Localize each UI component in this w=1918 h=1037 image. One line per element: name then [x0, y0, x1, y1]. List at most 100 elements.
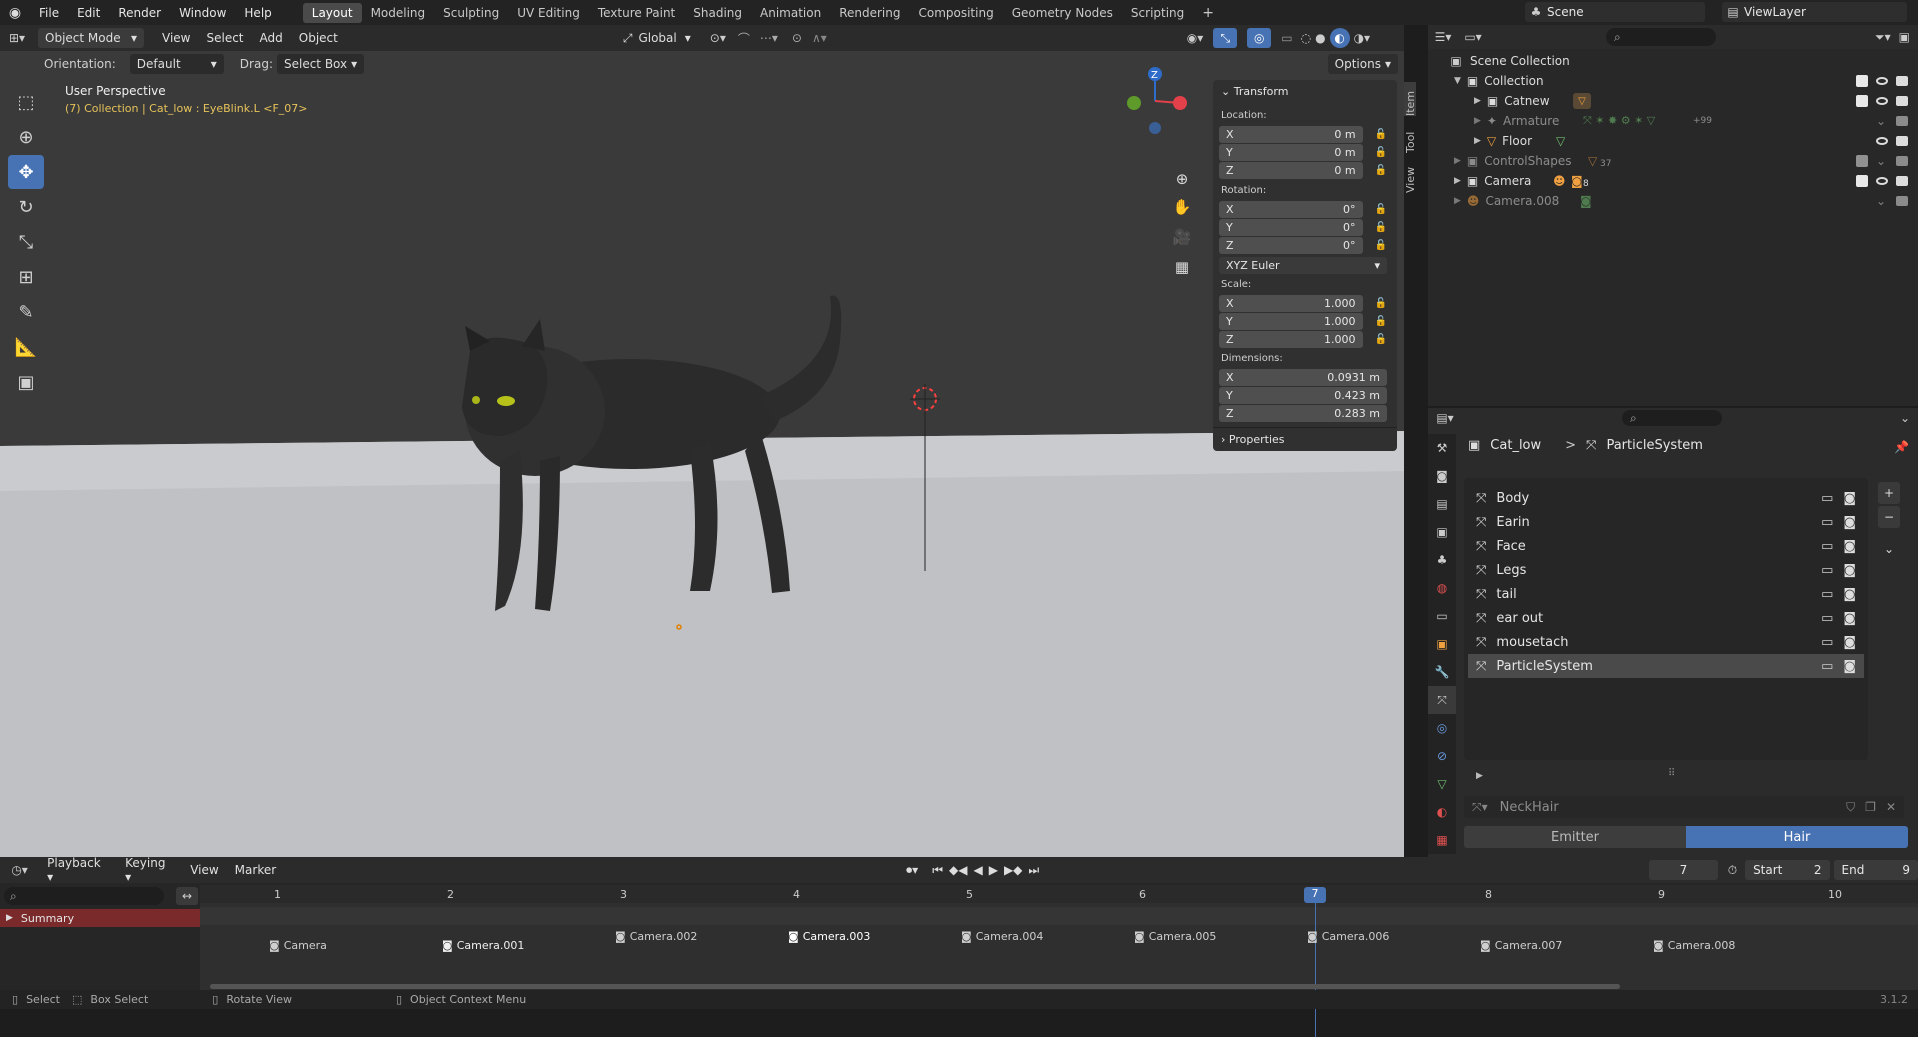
- end-frame-field[interactable]: End 9: [1833, 860, 1918, 880]
- visibility-eye-icon[interactable]: [1876, 177, 1888, 185]
- sidebar-tab-item[interactable]: Item: [1404, 82, 1417, 116]
- play-icon[interactable]: ▶: [989, 863, 998, 877]
- list-item[interactable]: ⤧ Face ▭ ◙: [1468, 534, 1864, 558]
- options-dropdown[interactable]: Options ▾: [1327, 54, 1398, 74]
- viewport-display-icon[interactable]: ▭: [1821, 611, 1833, 626]
- pin-icon[interactable]: 📌: [1894, 440, 1909, 454]
- scale-x[interactable]: X 1.000 🔓: [1219, 294, 1387, 312]
- menu-view[interactable]: View: [154, 31, 198, 45]
- render-camera-icon[interactable]: [1896, 76, 1908, 86]
- menu-edit[interactable]: Edit: [68, 6, 109, 20]
- editor-type-icon[interactable]: ▤▾: [1428, 411, 1462, 425]
- expand-arrow-icon[interactable]: ▶: [1454, 176, 1461, 186]
- material-tab-icon[interactable]: ◐: [1428, 798, 1456, 826]
- render-camera-icon[interactable]: ◙: [1843, 659, 1856, 674]
- lock-icon[interactable]: 🔓: [1375, 147, 1387, 158]
- preview-range-icon[interactable]: ⏱: [1728, 863, 1737, 878]
- measure-tool-icon[interactable]: 📐: [8, 330, 44, 364]
- editor-type-icon[interactable]: ◷▾: [0, 863, 39, 877]
- emitter-type-button[interactable]: Emitter: [1464, 826, 1686, 848]
- tab-rendering[interactable]: Rendering: [830, 3, 909, 23]
- marker-camera[interactable]: ◙ Camera: [269, 939, 327, 952]
- summary-channel[interactable]: ▶ Summary: [0, 909, 200, 927]
- collection-tab-icon[interactable]: ▭: [1428, 602, 1456, 630]
- render-camera-icon[interactable]: ◙: [1843, 563, 1856, 578]
- marker-camera-006[interactable]: ◙ Camera.006: [1307, 930, 1389, 943]
- blender-logo-icon[interactable]: ◉: [0, 5, 30, 21]
- lock-icon[interactable]: 🔓: [1375, 204, 1387, 215]
- wireframe-shading-icon[interactable]: ◌: [1301, 31, 1311, 45]
- render-camera-icon[interactable]: ◙: [1843, 587, 1856, 602]
- next-keyframe-icon[interactable]: ▶◆: [1004, 863, 1022, 877]
- sidebar-tab-view[interactable]: View: [1404, 163, 1417, 193]
- render-camera-icon[interactable]: ◙: [1843, 539, 1856, 554]
- options-chevron-icon[interactable]: ⌄: [1900, 411, 1910, 425]
- lock-icon[interactable]: 🔓: [1375, 334, 1387, 345]
- transform-tool-icon[interactable]: ⊞: [8, 260, 44, 294]
- render-camera-icon[interactable]: ◙: [1843, 611, 1856, 626]
- tab-animation[interactable]: Animation: [751, 3, 830, 23]
- swap-icon[interactable]: ↔: [176, 887, 198, 905]
- render-camera-icon[interactable]: [1896, 176, 1908, 186]
- expand-arrow-icon[interactable]: ▼: [1454, 76, 1461, 86]
- specials-menu-icon[interactable]: ⌄: [1878, 538, 1900, 560]
- viewport-display-icon[interactable]: ▭: [1821, 491, 1833, 506]
- timeline-scrollbar[interactable]: [210, 984, 1620, 989]
- overlay-icon[interactable]: ◎: [1247, 28, 1272, 48]
- lock-icon[interactable]: 🔓: [1375, 165, 1387, 176]
- timeline-search-input[interactable]: ⌕: [4, 887, 164, 905]
- solid-shading-icon[interactable]: ●: [1315, 31, 1325, 45]
- lock-icon[interactable]: 🔓: [1375, 222, 1387, 233]
- texture-tab-icon[interactable]: ▦: [1428, 826, 1456, 854]
- menu-select[interactable]: Select: [198, 31, 251, 45]
- exclude-checkbox[interactable]: [1856, 175, 1868, 187]
- list-item[interactable]: ⤧ Body ▭ ◙: [1468, 486, 1864, 510]
- gizmo-icon[interactable]: ⤡: [1213, 28, 1238, 48]
- cursor-tool-icon[interactable]: ⊕: [8, 120, 44, 154]
- tool-tab-icon[interactable]: ⚒: [1428, 434, 1456, 462]
- view-layer-tab-icon[interactable]: ▣: [1428, 518, 1456, 546]
- jump-start-icon[interactable]: ⏮: [932, 863, 943, 878]
- outliner-item-armature[interactable]: ▶ ✦ Armature ⤧ ✶ ✸ ⚙ ✶ ▽ +99 ⌄: [1428, 111, 1918, 131]
- scale-tool-icon[interactable]: ⤡: [8, 225, 44, 259]
- menu-object[interactable]: Object: [291, 31, 346, 45]
- outliner-item-collection[interactable]: ▼ ▣ Collection: [1428, 71, 1918, 91]
- viewlayer-selector[interactable]: ▤ ViewLayer: [1722, 2, 1907, 22]
- outliner-item-camera-008[interactable]: ▶ ☻ Camera.008 ◙ ⌄: [1428, 191, 1918, 211]
- modifier-tab-icon[interactable]: 🔧: [1428, 658, 1456, 686]
- constraints-tab-icon[interactable]: ⊘: [1428, 742, 1456, 770]
- drag-dropdown[interactable]: Select Box ▾: [276, 54, 365, 74]
- scale-z[interactable]: Z 1.000 🔓: [1219, 330, 1387, 348]
- hidden-icon[interactable]: ⌄: [1876, 154, 1886, 168]
- prev-keyframe-icon[interactable]: ◆◀: [949, 863, 967, 877]
- tab-geometry-nodes[interactable]: Geometry Nodes: [1003, 3, 1122, 23]
- tab-modeling[interactable]: Modeling: [362, 3, 435, 23]
- tab-uv-editing[interactable]: UV Editing: [508, 3, 589, 23]
- visibility-eye-icon[interactable]: [1876, 97, 1888, 105]
- material-shading-icon[interactable]: ◐: [1329, 28, 1350, 48]
- outliner-item-floor[interactable]: ▶ ▽ Floor ▽: [1428, 131, 1918, 151]
- expand-arrow-icon[interactable]: ▶: [6, 913, 13, 923]
- current-frame-field[interactable]: 7: [1649, 860, 1718, 880]
- render-camera-icon[interactable]: [1896, 116, 1908, 126]
- visibility-eye-icon[interactable]: [1876, 77, 1888, 85]
- menu-window[interactable]: Window: [170, 6, 235, 20]
- remove-particle-system-button[interactable]: −: [1878, 506, 1900, 528]
- annotate-tool-icon[interactable]: ✎: [8, 295, 44, 329]
- editor-type-icon[interactable]: ☰▾: [1428, 30, 1458, 44]
- render-camera-icon[interactable]: [1896, 196, 1908, 206]
- render-camera-icon[interactable]: ◙: [1843, 491, 1856, 506]
- outliner-item-camera[interactable]: ▶ ▣ Camera ☻ ◙ 8: [1428, 171, 1918, 191]
- scene-selector[interactable]: ♣ Scene: [1525, 2, 1705, 22]
- menu-help[interactable]: Help: [235, 6, 280, 20]
- 3d-viewport[interactable]: Orientation: Default ▾ Drag: Select Box ▾ …: [0, 51, 1404, 857]
- marker-camera-008[interactable]: ◙ Camera.008: [1653, 939, 1735, 952]
- expand-arrow-icon[interactable]: ▶: [1454, 196, 1461, 206]
- list-item[interactable]: ⤧ mousetach ▭ ◙: [1468, 630, 1864, 654]
- properties-subpanel-header[interactable]: › Properties: [1221, 433, 1285, 446]
- list-item[interactable]: ⤧ ParticleSystem ▭ ◙: [1468, 654, 1864, 678]
- zoom-icon[interactable]: ⊕: [1170, 166, 1194, 192]
- play-reverse-icon[interactable]: ◀: [973, 863, 982, 877]
- timeline-editor[interactable]: ◷▾ Playback ▾ Keying ▾ View Marker ⏺▾ ⏮ …: [0, 856, 1918, 1037]
- filter-icon[interactable]: ⏷▾: [1875, 30, 1891, 45]
